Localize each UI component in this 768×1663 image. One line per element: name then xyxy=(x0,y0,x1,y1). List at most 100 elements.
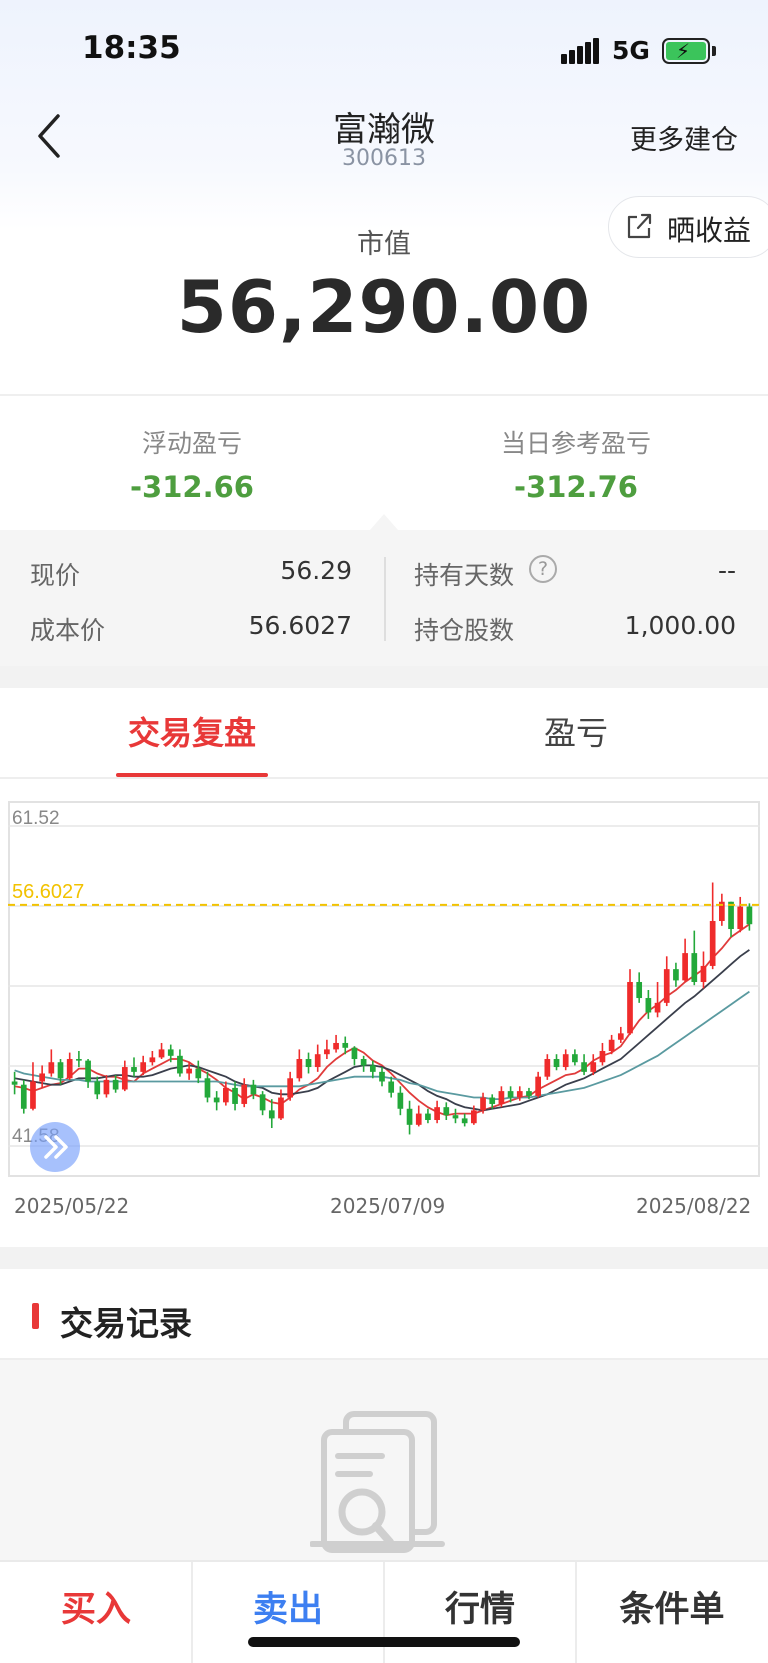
candle xyxy=(663,956,670,1007)
cellular-signal-icon xyxy=(561,38,601,64)
x-tick-label: 2025/05/22 xyxy=(14,1194,130,1218)
candle-body xyxy=(388,1081,395,1093)
candle-body xyxy=(268,1110,275,1119)
candle xyxy=(259,1091,266,1116)
candle xyxy=(195,1060,202,1084)
current-price-label: 现价 xyxy=(30,561,81,590)
candle-body xyxy=(406,1108,413,1125)
status-time: 18:35 xyxy=(82,30,181,66)
candle-body xyxy=(324,1049,330,1055)
candle-body xyxy=(232,1087,238,1104)
quotes-button[interactable]: 行情 xyxy=(384,1562,576,1663)
divider xyxy=(0,394,768,396)
candle xyxy=(48,1049,55,1077)
candle xyxy=(388,1076,395,1098)
daily-pnl-label: 当日参考盈亏 xyxy=(500,429,651,458)
candle xyxy=(351,1046,358,1066)
candle xyxy=(131,1057,137,1077)
candle-body xyxy=(627,981,633,1034)
candle xyxy=(103,1075,110,1098)
candle xyxy=(461,1113,468,1127)
candle xyxy=(434,1100,440,1124)
candle-body xyxy=(287,1078,293,1098)
candle xyxy=(333,1034,339,1053)
candle xyxy=(673,962,679,987)
candle-body xyxy=(94,1081,101,1095)
holding-days-value: -- xyxy=(717,556,736,585)
candle xyxy=(39,1065,45,1088)
candle-body xyxy=(103,1079,110,1095)
cost-price-label: 成本价 xyxy=(30,616,106,645)
tab-trade-review[interactable]: 交易复盘 xyxy=(0,708,384,754)
candle-body xyxy=(553,1059,560,1068)
candle-body xyxy=(654,1002,661,1013)
candle xyxy=(682,938,688,982)
candle-body xyxy=(443,1107,450,1116)
candle-body xyxy=(167,1049,174,1056)
sell-button[interactable]: 卖出 xyxy=(192,1562,384,1663)
candle xyxy=(700,951,707,989)
candle xyxy=(11,1071,18,1095)
candle-body xyxy=(617,1033,624,1040)
candle-body xyxy=(296,1059,303,1079)
candle-body xyxy=(379,1071,385,1082)
candle-body xyxy=(691,953,698,982)
candle xyxy=(645,990,652,1019)
candle-body xyxy=(149,1057,156,1063)
candle xyxy=(213,1091,220,1111)
candle-body xyxy=(140,1062,147,1072)
candle-body xyxy=(360,1059,367,1066)
candle-body xyxy=(471,1110,477,1124)
candle-body xyxy=(526,1091,532,1096)
candle-body xyxy=(599,1050,606,1063)
candle-body xyxy=(507,1091,514,1098)
candle-body xyxy=(608,1039,615,1051)
candle-body xyxy=(425,1113,431,1121)
candle-body xyxy=(177,1055,183,1074)
candle xyxy=(158,1042,165,1060)
candle xyxy=(314,1044,321,1072)
candle xyxy=(709,882,716,970)
candle xyxy=(553,1054,560,1071)
candle-body xyxy=(636,981,643,999)
candle-body xyxy=(590,1062,597,1072)
candle-body xyxy=(121,1067,128,1090)
buy-button[interactable]: 买入 xyxy=(0,1562,192,1663)
section-marker xyxy=(32,1303,39,1329)
candle xyxy=(397,1086,404,1116)
candle-body xyxy=(314,1054,321,1068)
candle-body xyxy=(112,1079,119,1090)
candle xyxy=(443,1102,450,1121)
candle-body xyxy=(278,1097,284,1119)
conditional-order-button[interactable]: 条件单 xyxy=(576,1562,768,1663)
candlestick-chart[interactable]: 61.5241.5856.6027 xyxy=(8,801,760,1177)
candle xyxy=(66,1052,73,1080)
candle xyxy=(572,1049,578,1066)
candle-body xyxy=(498,1091,505,1104)
cost-price-label: 56.6027 xyxy=(12,881,84,903)
candle xyxy=(636,972,643,1003)
candle xyxy=(121,1060,128,1092)
candle-body xyxy=(305,1059,312,1068)
candle-body xyxy=(259,1094,266,1111)
candle xyxy=(94,1076,101,1100)
candle-body xyxy=(489,1097,496,1104)
expand-chart-icon[interactable] xyxy=(30,1122,80,1172)
candle-body xyxy=(213,1097,220,1103)
candle-body xyxy=(737,906,744,930)
shares-value: 1,000.00 xyxy=(624,611,736,640)
candle xyxy=(415,1105,422,1127)
candle-body xyxy=(204,1078,211,1098)
candle-body xyxy=(572,1054,578,1063)
candle-body xyxy=(415,1113,422,1125)
candle xyxy=(627,969,633,1035)
candle-body xyxy=(85,1060,91,1082)
cost-price-value: 56.6027 xyxy=(248,611,352,640)
tab-profit-loss[interactable]: 盈亏 xyxy=(384,708,768,754)
candle xyxy=(20,1079,27,1114)
candle xyxy=(305,1052,312,1074)
help-icon[interactable]: ? xyxy=(529,555,557,583)
more-positions-button[interactable]: 更多建仓 xyxy=(630,118,738,157)
candle-body xyxy=(516,1091,523,1098)
shares-label: 持仓股数 xyxy=(414,616,515,645)
